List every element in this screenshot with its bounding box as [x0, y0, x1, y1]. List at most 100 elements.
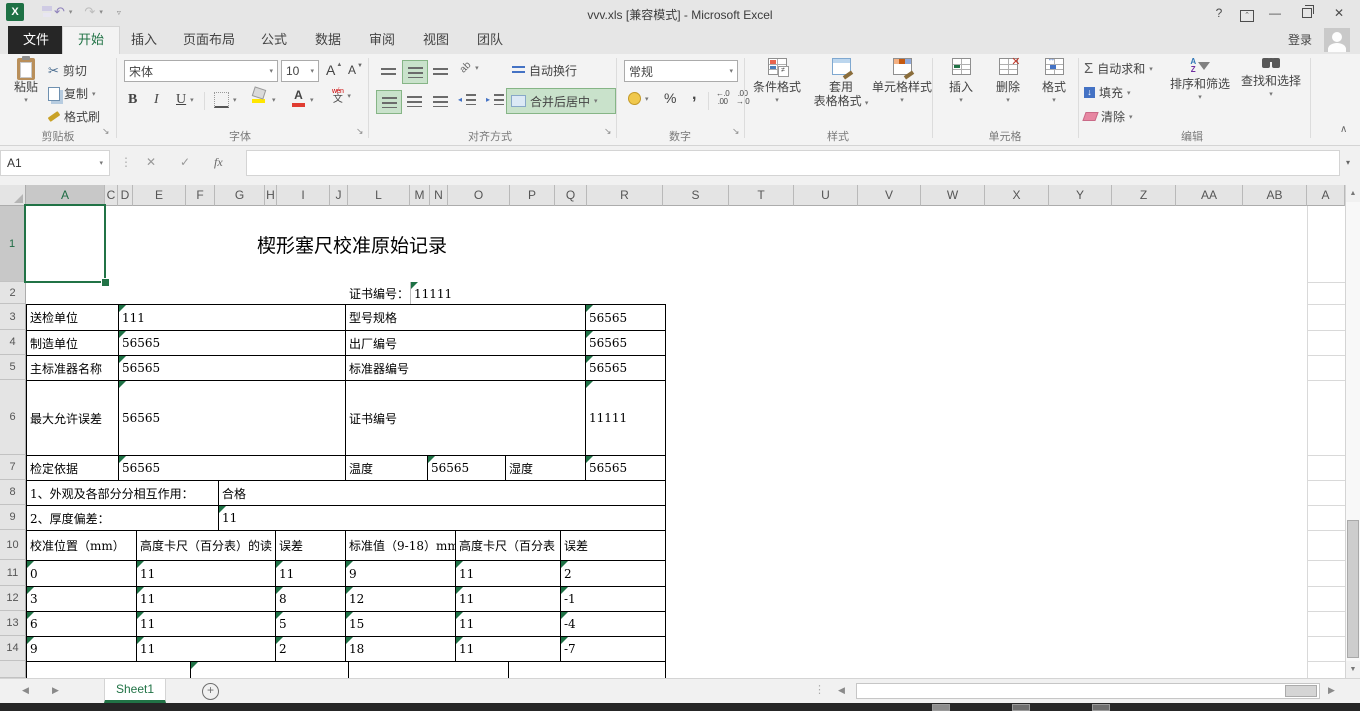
meas-cell-r11c2[interactable]: 11	[136, 560, 276, 587]
merge-center-button[interactable]: 合并后居中 ▾	[506, 88, 616, 114]
font-size-select[interactable]: 10▾	[281, 60, 319, 82]
select-all-button[interactable]	[0, 185, 26, 206]
increase-indent-button[interactable]: ▸	[486, 94, 504, 105]
phonetic-button[interactable]: wén 文 ▾	[332, 88, 351, 104]
column-header-g[interactable]: G	[215, 185, 265, 206]
minimize-button[interactable]: —	[1262, 4, 1288, 22]
scroll-up-button[interactable]: ▲	[1346, 185, 1360, 202]
cell-styles-button[interactable]: 单元格样式 ▾	[874, 58, 930, 108]
meas-cell-r13c2[interactable]: 11	[136, 611, 276, 637]
row-header-12[interactable]: 12	[0, 586, 26, 611]
comma-style-button[interactable]: ,	[692, 86, 696, 104]
name-box-dropdown-icon[interactable]: ▾	[99, 159, 103, 167]
info-cell-r4c3[interactable]: 出厂编号	[345, 330, 586, 356]
row-header-3[interactable]: 3	[0, 304, 26, 330]
column-header-e[interactable]: E	[133, 185, 186, 206]
meas-cell-r12c6[interactable]: -1	[560, 586, 666, 612]
info-cell-r5c2[interactable]: 56565	[118, 355, 346, 381]
meas-cell-r13c6[interactable]: -4	[560, 611, 666, 637]
ribbon-display-options-button[interactable]: ⌃	[1234, 4, 1260, 22]
column-header-u[interactable]: U	[794, 185, 858, 206]
column-header-f[interactable]: F	[186, 185, 215, 206]
decrease-indent-button[interactable]: ◂	[458, 94, 476, 105]
info-cell-r4c2[interactable]: 56565	[118, 330, 346, 356]
align-center-button[interactable]	[402, 90, 426, 112]
autosum-button[interactable]: Σ 自动求和 ▾	[1084, 60, 1153, 77]
sign-in-link[interactable]: 登录	[1288, 26, 1312, 54]
info-cell-r5c1[interactable]: 主标准器名称	[26, 355, 119, 381]
column-header-z[interactable]: Z	[1112, 185, 1176, 206]
column-header-a-partial[interactable]: A	[1307, 185, 1345, 206]
format-painter-button[interactable]: 格式刷	[48, 108, 100, 125]
find-select-button[interactable]: 查找和选择 ▾	[1238, 58, 1304, 102]
underline-button[interactable]: U ▾	[176, 92, 194, 108]
meas-cell-r12c5[interactable]: 11	[455, 586, 561, 612]
partial-row15-cell-c3[interactable]	[348, 661, 509, 678]
tab-formulas[interactable]: 公式	[246, 26, 302, 54]
row-header-4[interactable]: 4	[0, 330, 26, 355]
meas-cell-r14c3[interactable]: 2	[275, 636, 346, 662]
column-header-i[interactable]: I	[277, 185, 330, 206]
meas-cell-r12c2[interactable]: 11	[136, 586, 276, 612]
info-cell-r6c3[interactable]: 证书编号	[345, 380, 586, 456]
row-header-7[interactable]: 7	[0, 455, 26, 480]
meas-cell-r13c1[interactable]: 6	[26, 611, 137, 637]
row-header-11[interactable]: 11	[0, 560, 26, 586]
info-cell-r6c4[interactable]: 11111	[585, 380, 666, 456]
hscroll-left-button[interactable]: ◀	[838, 685, 845, 696]
align-left-button[interactable]	[376, 90, 402, 114]
check1-value-cell[interactable]: 合格	[218, 480, 666, 506]
format-cells-button[interactable]: ↔ 格式 ▾	[1032, 58, 1076, 108]
env-cell-c5[interactable]: 湿度	[505, 455, 586, 481]
insert-cells-button[interactable]: 插入 ▾	[938, 58, 984, 108]
info-cell-r4c4[interactable]: 56565	[585, 330, 666, 356]
borders-button[interactable]: ▾	[214, 92, 237, 108]
tab-team[interactable]: 团队	[462, 26, 518, 54]
scroll-down-button[interactable]: ▼	[1346, 661, 1360, 678]
help-button[interactable]: ?	[1206, 4, 1232, 22]
align-top-button[interactable]	[376, 60, 400, 82]
env-cell-c1[interactable]: 检定依据	[26, 455, 119, 481]
tab-data[interactable]: 数据	[300, 26, 356, 54]
column-header-c[interactable]: C	[105, 185, 118, 206]
font-family-select[interactable]: 宋体▾	[124, 60, 278, 82]
info-cell-r6c1[interactable]: 最大允许误差	[26, 380, 119, 456]
column-header-q[interactable]: Q	[555, 185, 587, 206]
accounting-format-button[interactable]: ▾	[628, 92, 649, 105]
formula-input[interactable]	[246, 150, 1340, 176]
formula-bar-divider[interactable]: ⋮	[120, 155, 132, 169]
row-header-9[interactable]: 9	[0, 505, 26, 530]
meas-cell-r14c6[interactable]: -7	[560, 636, 666, 662]
tab-insert[interactable]: 插入	[116, 26, 172, 54]
copy-button[interactable]: 复制 ▾	[48, 85, 96, 102]
meas-cell-r11c1[interactable]: 0	[26, 560, 137, 587]
name-box[interactable]: A1 ▾	[0, 150, 110, 176]
column-header-v[interactable]: V	[858, 185, 921, 206]
info-cell-r3c1[interactable]: 送检单位	[26, 304, 119, 331]
meas-cell-r13c3[interactable]: 5	[275, 611, 346, 637]
meas-cell-r11c6[interactable]: 2	[560, 560, 666, 587]
column-header-r[interactable]: R	[587, 185, 663, 206]
info-cell-r4c1[interactable]: 制造单位	[26, 330, 119, 356]
align-middle-button[interactable]	[402, 60, 428, 84]
column-header-h[interactable]: H	[265, 185, 277, 206]
font-color-dropdown[interactable]: ▾	[310, 96, 314, 104]
row-header-8[interactable]: 8	[0, 480, 26, 505]
align-bottom-button[interactable]	[428, 60, 452, 82]
column-header-l[interactable]: L	[348, 185, 410, 206]
info-cell-r3c4[interactable]: 56565	[585, 304, 666, 331]
row-header-2[interactable]: 2	[0, 282, 26, 304]
collapse-ribbon-button[interactable]: ∧	[1340, 124, 1347, 135]
info-cell-r5c4[interactable]: 56565	[585, 355, 666, 381]
avatar[interactable]	[1324, 28, 1350, 52]
meas-header-c2[interactable]: 高度卡尺（百分表）的读	[136, 530, 276, 561]
alignment-dialog-launcher[interactable]: ↘	[604, 126, 612, 137]
vertical-scrollbar[interactable]: ▲ ▼	[1345, 185, 1360, 678]
tab-page-layout[interactable]: 页面布局	[168, 26, 250, 54]
meas-cell-r14c2[interactable]: 11	[136, 636, 276, 662]
column-header-j[interactable]: J	[330, 185, 348, 206]
info-cell-r5c3[interactable]: 标准器编号	[345, 355, 586, 381]
page-break-view-button[interactable]	[1092, 704, 1110, 711]
tab-file[interactable]: 文件	[8, 26, 64, 54]
info-cell-r3c3[interactable]: 型号规格	[345, 304, 586, 331]
